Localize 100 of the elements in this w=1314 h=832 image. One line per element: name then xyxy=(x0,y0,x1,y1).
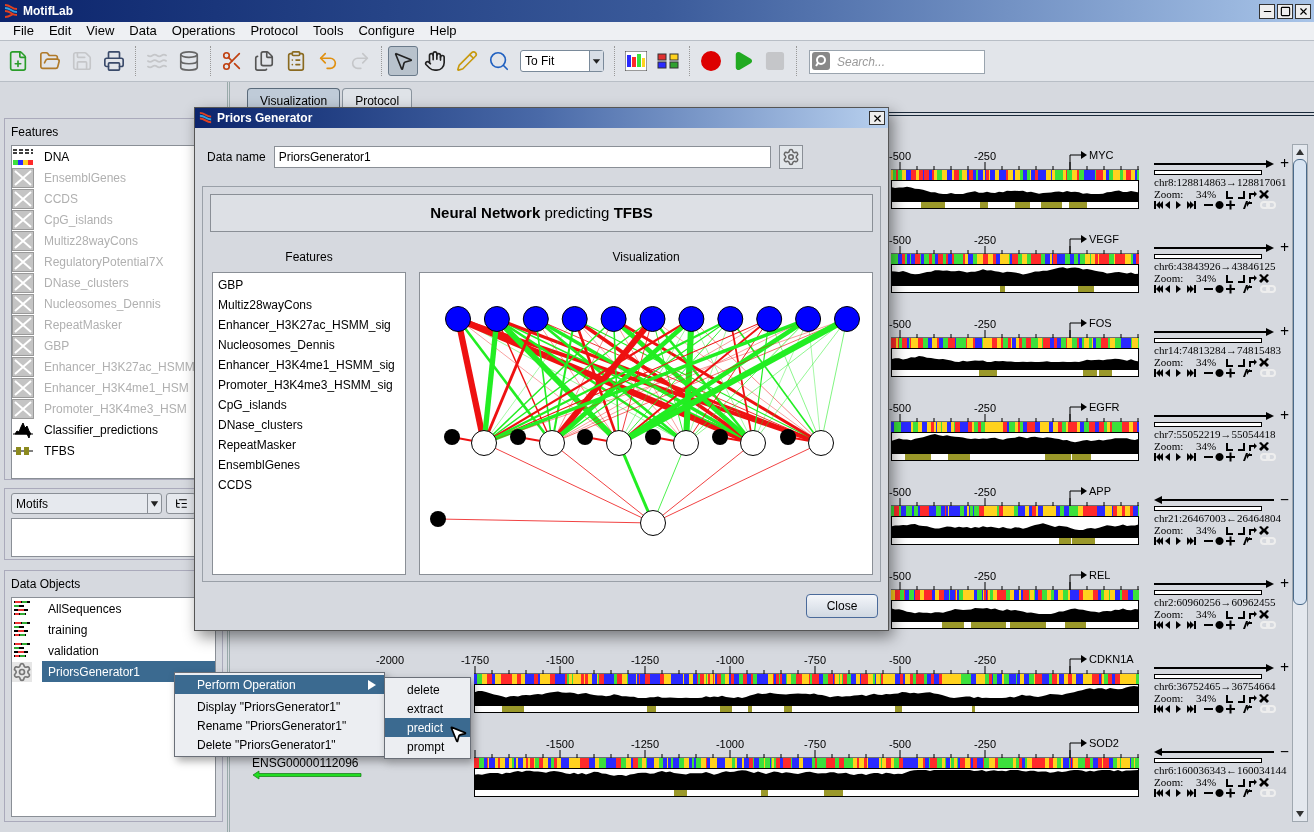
menu-item[interactable]: View xyxy=(79,21,122,41)
zoom-in-icon[interactable] xyxy=(1226,788,1236,798)
list-item[interactable]: Enhancer_H3K27ac_HSMM_sig xyxy=(213,315,405,335)
bent-arrow-icon[interactable] xyxy=(1248,441,1258,452)
settings-button[interactable] xyxy=(778,145,803,169)
zoom-select[interactable]: To Fit xyxy=(520,50,604,72)
dialog-close-button[interactable] xyxy=(869,111,885,125)
data-object-item[interactable]: validation xyxy=(12,640,215,661)
skip-end-icon[interactable] xyxy=(1187,788,1197,798)
data-name-field[interactable]: PriorsGenerator1 xyxy=(273,146,771,168)
feature-item[interactable]: Classifier_predictions xyxy=(44,420,159,439)
motifs-select[interactable]: Motifs xyxy=(11,493,162,514)
align-right-icon[interactable] xyxy=(1237,609,1247,620)
search-field[interactable]: Search... xyxy=(809,50,985,74)
menu-item[interactable]: extract xyxy=(385,699,470,718)
scrollbar-thumb[interactable] xyxy=(1293,159,1307,605)
flip-icon[interactable] xyxy=(1243,788,1253,798)
skip-end-icon[interactable] xyxy=(1187,704,1197,714)
zoom-in-icon[interactable] xyxy=(1226,704,1236,714)
list-item[interactable]: CpG_islands xyxy=(213,395,405,415)
zoom-in-icon[interactable] xyxy=(1226,452,1236,462)
bent-arrow-icon[interactable] xyxy=(1248,525,1258,536)
skip-end-icon[interactable] xyxy=(1187,452,1197,462)
skip-end-icon[interactable] xyxy=(1187,536,1197,546)
bent-arrow-icon[interactable] xyxy=(1248,777,1258,788)
close-icon[interactable] xyxy=(1259,609,1269,620)
list-item[interactable]: DNase_clusters xyxy=(213,415,405,435)
align-right-icon[interactable] xyxy=(1237,441,1247,452)
bent-arrow-icon[interactable] xyxy=(1248,693,1258,704)
list-item[interactable]: Nucleosomes_Dennis xyxy=(213,335,405,355)
feature-item[interactable]: TFBS xyxy=(44,441,75,460)
menu-item[interactable]: Help xyxy=(422,21,464,41)
zoom-reset-icon[interactable] xyxy=(1215,536,1225,546)
menu-item[interactable]: Rename "PriorsGenerator1" xyxy=(175,716,384,735)
menu-item[interactable]: File xyxy=(6,21,41,41)
bent-arrow-icon[interactable] xyxy=(1248,357,1258,368)
bent-arrow-icon[interactable] xyxy=(1248,609,1258,620)
flip-icon[interactable] xyxy=(1243,452,1253,462)
align-left-icon[interactable] xyxy=(1226,525,1236,536)
menu-item[interactable]: Edit xyxy=(41,21,79,41)
data-object-item[interactable]: training xyxy=(12,619,215,640)
close-icon[interactable] xyxy=(1259,441,1269,452)
close-icon[interactable] xyxy=(1259,189,1269,200)
list-item[interactable]: CCDS xyxy=(213,475,405,495)
align-left-icon[interactable] xyxy=(1226,777,1236,788)
align-left-icon[interactable] xyxy=(1226,609,1236,620)
close-icon[interactable] xyxy=(1259,273,1269,284)
menu-item[interactable]: Data xyxy=(122,21,164,41)
close-icon[interactable] xyxy=(1259,525,1269,536)
skip-end-icon[interactable] xyxy=(1187,200,1197,210)
minimize-button[interactable] xyxy=(1259,3,1275,19)
skip-end-icon[interactable] xyxy=(1187,620,1197,630)
close-icon[interactable] xyxy=(1259,693,1269,704)
menu-item[interactable]: Protocol xyxy=(243,21,306,41)
list-item[interactable]: Multiz28wayCons xyxy=(213,295,405,315)
align-right-icon[interactable] xyxy=(1237,189,1247,200)
scrollbar[interactable] xyxy=(1292,144,1308,822)
flip-icon[interactable] xyxy=(1243,284,1253,294)
feature-item[interactable]: DNA xyxy=(44,147,70,166)
flip-icon[interactable] xyxy=(1243,368,1253,378)
data-object-item[interactable]: AllSequences xyxy=(12,598,215,619)
menu-item[interactable]: Tools xyxy=(306,21,351,41)
zoom-in-icon[interactable] xyxy=(1226,536,1236,546)
align-left-icon[interactable] xyxy=(1226,273,1236,284)
select-tool-button[interactable] xyxy=(388,46,418,76)
menu-item[interactable]: Display "PriorsGenerator1" xyxy=(175,697,384,716)
align-right-icon[interactable] xyxy=(1237,693,1247,704)
close-icon[interactable] xyxy=(1259,777,1269,788)
zoom-reset-icon[interactable] xyxy=(1215,200,1225,210)
zoom-in-icon[interactable] xyxy=(1226,368,1236,378)
list-item[interactable]: EnsemblGenes xyxy=(213,455,405,475)
zoom-in-icon[interactable] xyxy=(1226,284,1236,294)
skip-end-icon[interactable] xyxy=(1187,284,1197,294)
zoom-reset-icon[interactable] xyxy=(1215,452,1225,462)
flip-icon[interactable] xyxy=(1243,620,1253,630)
list-item[interactable]: Promoter_H3K4me3_HSMM_sig xyxy=(213,375,405,395)
flip-icon[interactable] xyxy=(1243,704,1253,714)
menu-item[interactable]: delete xyxy=(385,680,470,699)
align-left-icon[interactable] xyxy=(1226,357,1236,368)
menu-item[interactable]: predict xyxy=(385,718,470,737)
list-item[interactable]: RepeatMasker xyxy=(213,435,405,455)
flip-icon[interactable] xyxy=(1243,200,1253,210)
zoom-reset-icon[interactable] xyxy=(1215,788,1225,798)
menu-item[interactable]: Delete "PriorsGenerator1" xyxy=(175,735,384,754)
skip-end-icon[interactable] xyxy=(1187,368,1197,378)
list-item[interactable]: GBP xyxy=(213,275,405,295)
align-right-icon[interactable] xyxy=(1237,525,1247,536)
menu-item[interactable]: prompt xyxy=(385,737,470,756)
menu-item[interactable]: Perform Operation xyxy=(175,675,384,694)
align-left-icon[interactable] xyxy=(1226,693,1236,704)
menu-item[interactable]: Configure xyxy=(351,21,422,41)
bent-arrow-icon[interactable] xyxy=(1248,273,1258,284)
zoom-reset-icon[interactable] xyxy=(1215,368,1225,378)
zoom-in-icon[interactable] xyxy=(1226,620,1236,630)
bent-arrow-icon[interactable] xyxy=(1248,189,1258,200)
zoom-reset-icon[interactable] xyxy=(1215,704,1225,714)
close-button[interactable] xyxy=(1295,3,1311,19)
zoom-in-icon[interactable] xyxy=(1226,200,1236,210)
align-right-icon[interactable] xyxy=(1237,273,1247,284)
menu-item[interactable]: Operations xyxy=(164,21,243,41)
